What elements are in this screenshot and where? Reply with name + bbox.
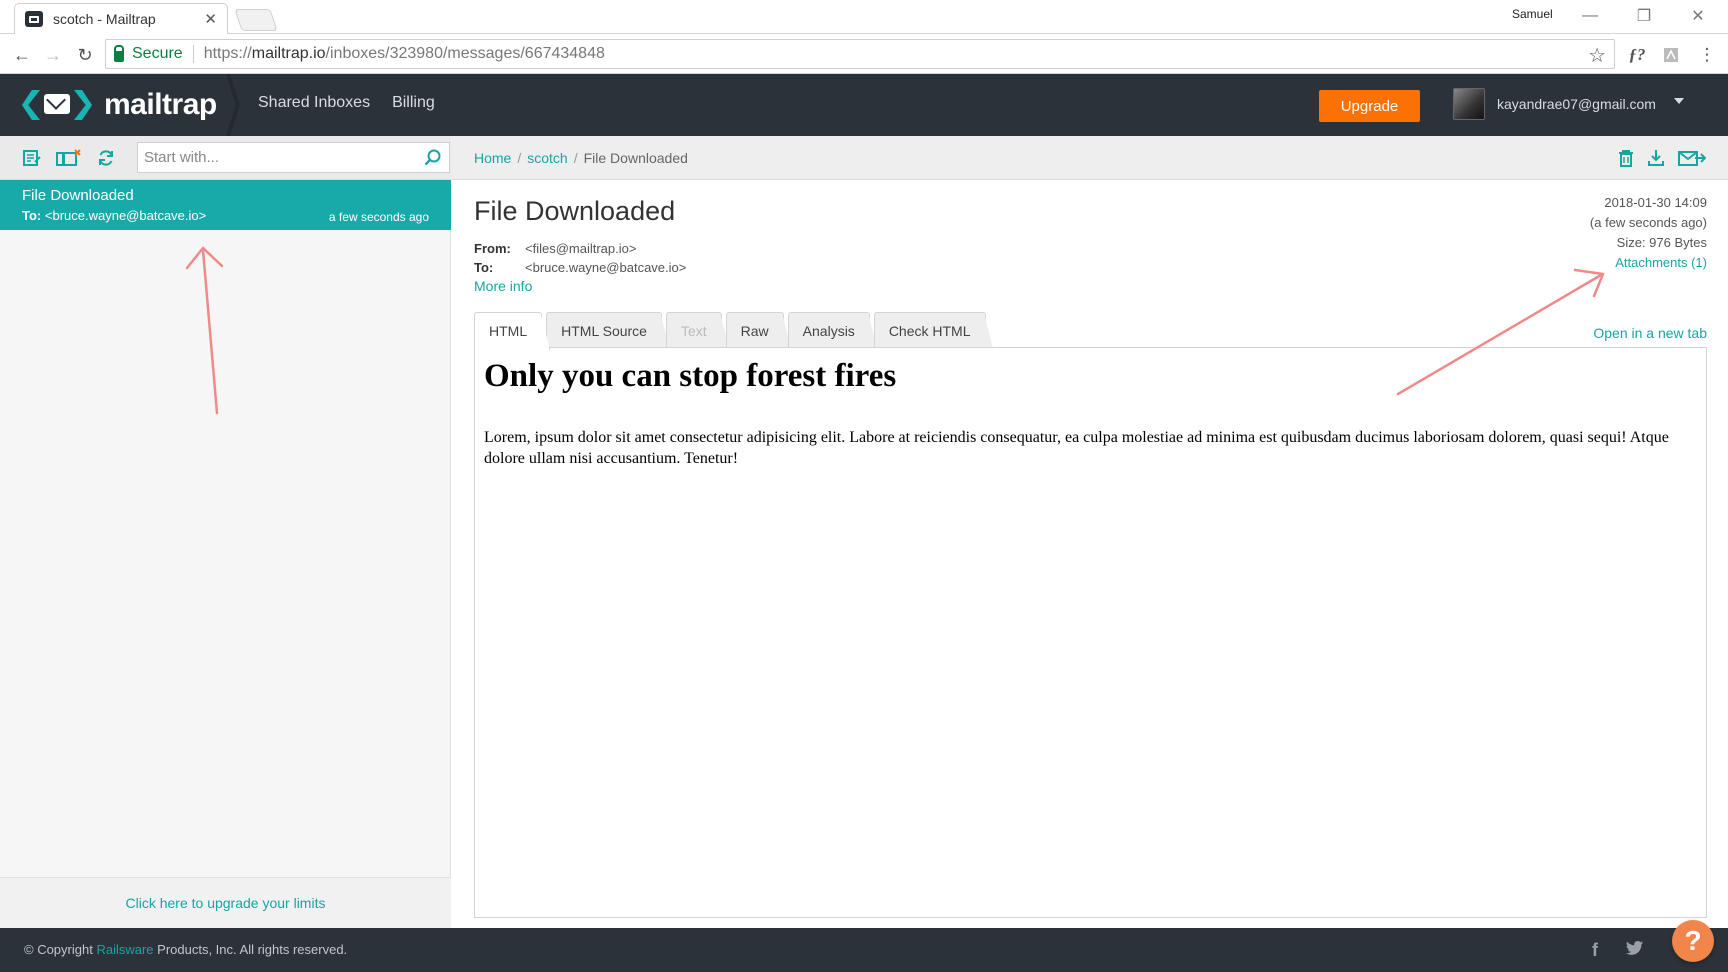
html-preview: Only you can stop forest fires Lorem, ip… bbox=[474, 347, 1707, 918]
tab-analysis[interactable]: Analysis bbox=[787, 312, 870, 348]
restore-icon[interactable]: ❐ bbox=[1622, 2, 1666, 30]
nav-billing[interactable]: Billing bbox=[392, 94, 435, 112]
avatar[interactable] bbox=[1453, 88, 1485, 120]
breadcrumb-inbox[interactable]: scotch bbox=[527, 150, 567, 166]
url-host: mailtrap.io bbox=[251, 45, 326, 62]
message-title: File Downloaded bbox=[474, 196, 676, 226]
chevron-down-icon[interactable] bbox=[1674, 98, 1684, 104]
browser-tab-strip: scotch - Mailtrap ✕ Samuel — ❐ ✕ bbox=[0, 0, 1728, 34]
preview-body: Lorem, ipsum dolor sit amet consectetur … bbox=[484, 429, 1669, 467]
message-to-label: To: bbox=[22, 208, 42, 223]
help-button[interactable]: ? bbox=[1672, 920, 1714, 962]
from-row: From: <files@mailtrap.io> bbox=[474, 241, 686, 256]
copyright-prefix: © Copyright bbox=[24, 942, 97, 957]
mailtrap-favicon-icon bbox=[25, 11, 43, 27]
from-address: <files@mailtrap.io> bbox=[525, 241, 637, 256]
extension-pdf-icon[interactable] bbox=[1658, 42, 1684, 68]
sidebar-toolbar bbox=[0, 136, 451, 180]
breadcrumb-home[interactable]: Home bbox=[474, 150, 511, 166]
list-item[interactable]: File Downloaded To: <bruce.wayne@batcave… bbox=[0, 180, 451, 230]
to-label: To: bbox=[474, 260, 494, 275]
search-input[interactable] bbox=[138, 143, 449, 172]
download-icon[interactable] bbox=[1645, 148, 1667, 168]
breadcrumb: Home / scotch / File Downloaded bbox=[474, 150, 688, 166]
logo-text: mailtrap bbox=[104, 88, 217, 121]
bookmark-star-icon[interactable]: ☆ bbox=[1588, 43, 1606, 68]
copyright-suffix: Products, Inc. All rights reserved. bbox=[153, 942, 348, 957]
new-tab-button[interactable] bbox=[234, 9, 278, 31]
browser-toolbar: ← → ↻ Secure https://mailtrap.io/inboxes… bbox=[0, 34, 1728, 74]
message-list: File Downloaded To: <bruce.wayne@batcave… bbox=[0, 180, 451, 230]
attachments-link[interactable]: Attachments (1) bbox=[1615, 255, 1707, 270]
message-subject: File Downloaded bbox=[22, 187, 134, 204]
tab-raw[interactable]: Raw bbox=[725, 312, 784, 348]
message-toolbar: Home / scotch / File Downloaded bbox=[451, 136, 1728, 180]
address-bar[interactable]: Secure https://mailtrap.io/inboxes/32398… bbox=[105, 39, 1615, 69]
forward-email-icon[interactable] bbox=[1677, 148, 1707, 168]
message-time: a few seconds ago bbox=[328, 210, 429, 224]
twitter-icon[interactable] bbox=[1626, 940, 1644, 961]
mailtrap-logo-icon bbox=[22, 86, 92, 124]
to-address: <bruce.wayne@batcave.io> bbox=[525, 260, 687, 275]
tab-html[interactable]: HTML bbox=[474, 312, 543, 348]
user-email[interactable]: kayandrae07@gmail.com bbox=[1497, 96, 1656, 112]
browser-tab[interactable]: scotch - Mailtrap ✕ bbox=[14, 3, 228, 34]
to-row: To: <bruce.wayne@batcave.io> bbox=[474, 260, 686, 275]
back-icon[interactable]: ← bbox=[9, 42, 35, 68]
message-meta: 2018-01-30 14:09 (a few seconds ago) Siz… bbox=[1590, 193, 1707, 273]
forward-icon[interactable]: → bbox=[40, 42, 66, 68]
nav-shared-inboxes[interactable]: Shared Inboxes bbox=[258, 94, 370, 112]
close-tab-icon[interactable]: ✕ bbox=[204, 10, 217, 28]
lock-icon bbox=[114, 44, 124, 62]
omnibox-separator bbox=[192, 45, 194, 63]
url-scheme: https:// bbox=[203, 45, 252, 62]
upgrade-button[interactable]: Upgrade bbox=[1319, 90, 1420, 122]
from-label: From: bbox=[474, 241, 511, 256]
tab-text: Text bbox=[665, 312, 722, 348]
tab-check-html[interactable]: Check HTML bbox=[873, 312, 986, 348]
browser-profile-name[interactable]: Samuel bbox=[1512, 7, 1553, 21]
message-size: Size: 976 Bytes bbox=[1616, 235, 1707, 250]
clear-inbox-icon[interactable] bbox=[55, 147, 81, 169]
main-nav: Shared Inboxes Billing bbox=[258, 94, 435, 112]
minimize-icon[interactable]: — bbox=[1568, 2, 1612, 30]
app-header: mailtrap Shared Inboxes Billing Upgrade … bbox=[0, 74, 1728, 136]
inbox-sidebar: File Downloaded To: <bruce.wayne@batcave… bbox=[0, 136, 451, 928]
upgrade-limits-bar: Click here to upgrade your limits bbox=[0, 877, 451, 928]
message-to-address: <bruce.wayne@batcave.io> bbox=[44, 208, 207, 223]
preview-heading: Only you can stop forest fires bbox=[484, 358, 897, 394]
breadcrumb-current: File Downloaded bbox=[583, 150, 688, 166]
browser-menu-icon[interactable]: ⋮ bbox=[1694, 42, 1720, 68]
url-path: /inboxes/323980/messages/667434848 bbox=[325, 45, 605, 62]
copyright: © Copyright Railsware Products, Inc. All… bbox=[24, 942, 347, 957]
mark-read-icon[interactable] bbox=[21, 147, 43, 169]
message-panel: Home / scotch / File Downloaded File Downloa… bbox=[451, 136, 1728, 928]
message-date: 2018-01-30 14:09 bbox=[1604, 195, 1707, 210]
railsware-link[interactable]: Railsware bbox=[96, 942, 153, 957]
footer: © Copyright Railsware Products, Inc. All… bbox=[0, 928, 1728, 972]
close-window-icon[interactable]: ✕ bbox=[1676, 2, 1720, 30]
message-header: File Downloaded From: <files@mailtrap.io… bbox=[474, 196, 686, 294]
breadcrumb-separator: / bbox=[573, 150, 578, 166]
mailtrap-logo[interactable]: mailtrap bbox=[22, 86, 217, 124]
open-in-new-tab-link[interactable]: Open in a new tab bbox=[1593, 325, 1707, 341]
message-relative-time: (a few seconds ago) bbox=[1589, 215, 1707, 230]
view-tabs: HTML HTML Source Text Raw Analysis Check… bbox=[474, 312, 990, 348]
search-icon[interactable] bbox=[424, 149, 442, 167]
facebook-icon[interactable]: f bbox=[1592, 940, 1598, 961]
reload-icon[interactable]: ↻ bbox=[72, 42, 98, 68]
header-divider bbox=[226, 74, 240, 136]
extension-fx-icon[interactable]: ƒ? bbox=[1624, 42, 1650, 68]
breadcrumb-separator: / bbox=[517, 150, 522, 166]
trash-icon[interactable] bbox=[1615, 148, 1637, 168]
refresh-icon[interactable] bbox=[95, 147, 117, 169]
secure-label: Secure bbox=[132, 45, 183, 62]
upgrade-limits-link[interactable]: Click here to upgrade your limits bbox=[126, 895, 326, 911]
more-info-link[interactable]: More info bbox=[474, 278, 686, 294]
browser-tab-title: scotch - Mailtrap bbox=[53, 11, 156, 27]
tab-html-source[interactable]: HTML Source bbox=[546, 312, 662, 348]
search-box bbox=[137, 142, 450, 173]
